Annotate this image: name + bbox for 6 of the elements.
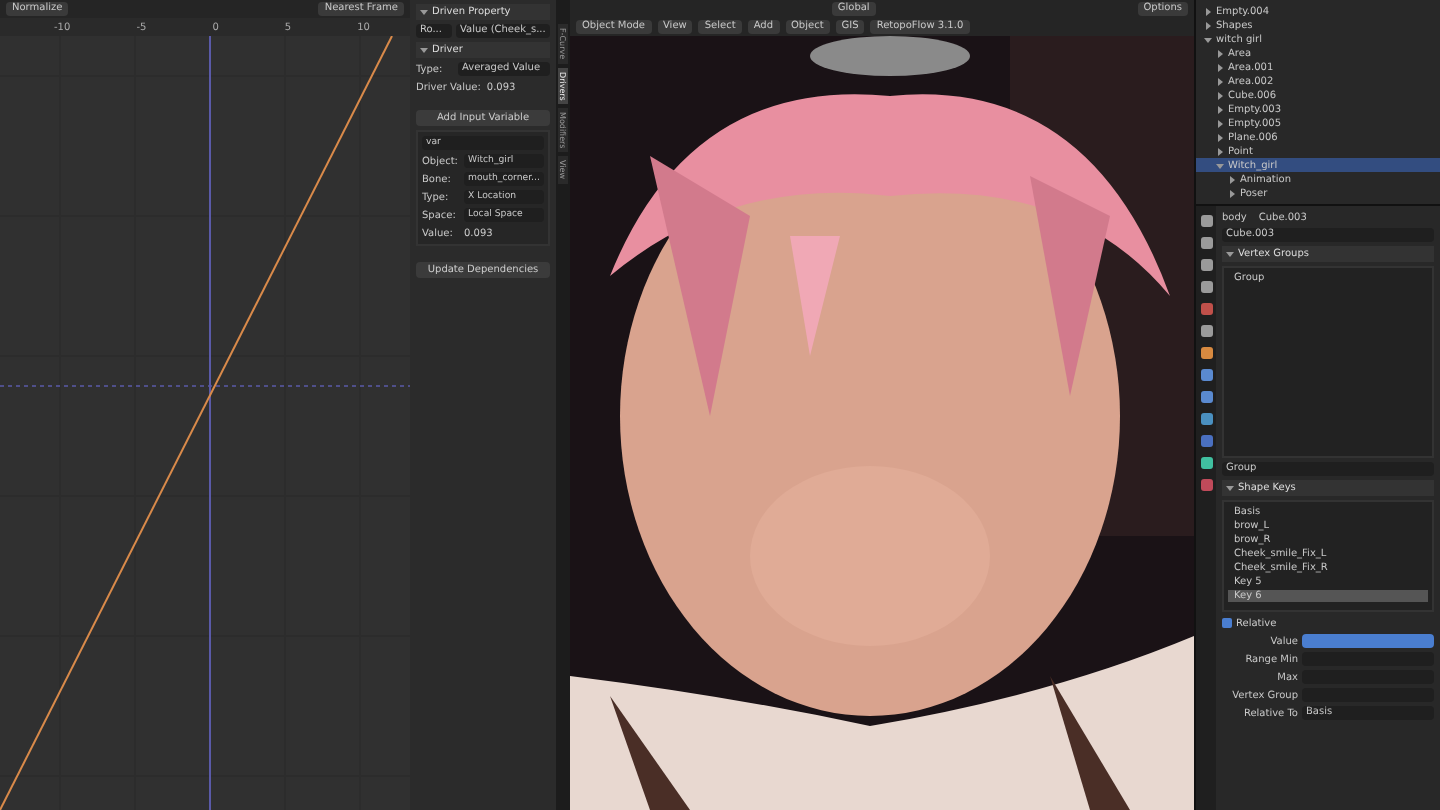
collapse-triangle-icon bbox=[420, 46, 428, 54]
collapse-triangle-icon bbox=[420, 8, 428, 16]
collapse-triangle-icon bbox=[1226, 250, 1234, 258]
relative-checkbox[interactable] bbox=[1222, 618, 1232, 628]
value-slider[interactable] bbox=[1302, 634, 1434, 648]
collapse-triangle-icon bbox=[1226, 484, 1234, 492]
